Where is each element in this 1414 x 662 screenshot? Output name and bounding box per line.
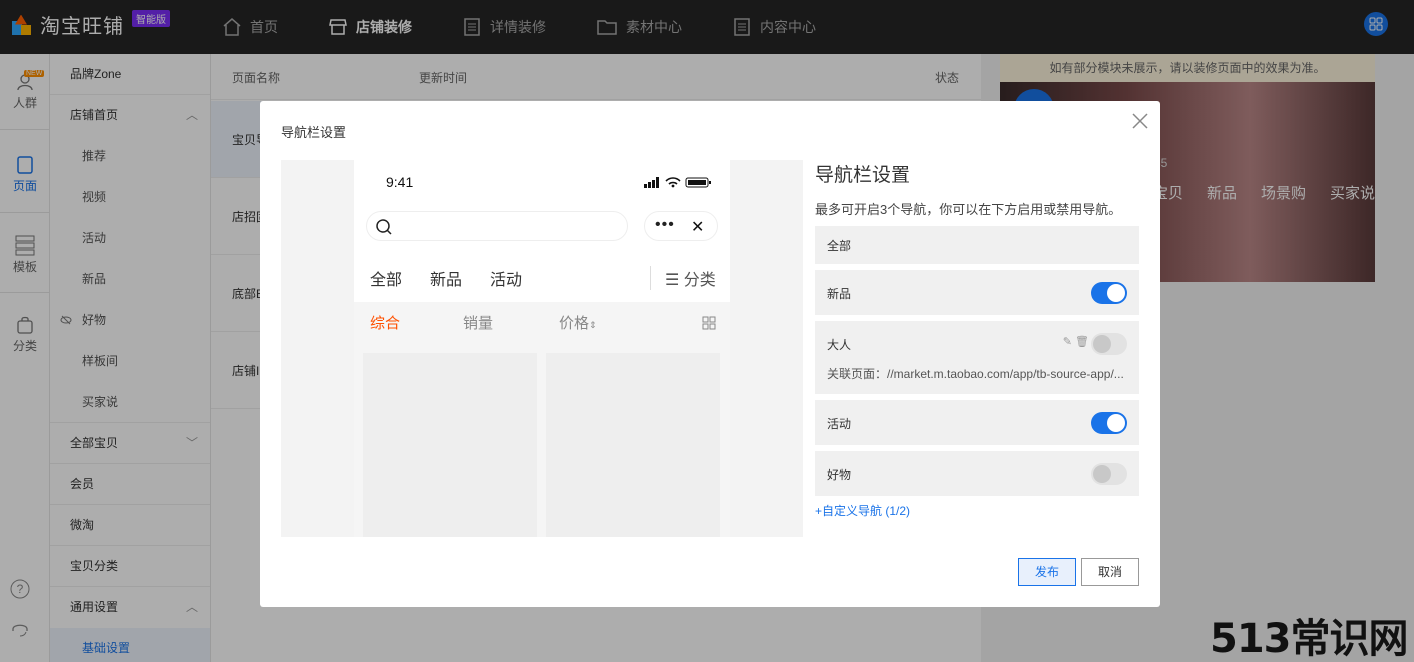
- close-icon[interactable]: [1130, 111, 1150, 131]
- nav-row-label: 好物: [827, 468, 852, 482]
- nav-row-label: 活动: [827, 417, 852, 431]
- toggle-switch[interactable]: [1091, 412, 1127, 434]
- sort-arrows-icon: ⇕: [589, 320, 597, 330]
- toggle-switch[interactable]: [1091, 333, 1127, 355]
- dialog-title: 导航栏设置: [281, 125, 347, 140]
- nav-row-label: 全部: [827, 239, 852, 253]
- phone-nav-tabs: 全部 新品 活动: [370, 266, 550, 290]
- phone-tab[interactable]: 全部: [370, 266, 402, 290]
- status-bar-icons: [644, 177, 711, 188]
- sort-bar: 综合 销量 价格⇕: [354, 312, 730, 342]
- grid-view-icon[interactable]: [702, 316, 716, 330]
- phone-tab[interactable]: 活动: [490, 266, 522, 290]
- phone-search-input[interactable]: [366, 211, 628, 241]
- sort-price-label: 价格: [559, 315, 590, 332]
- nav-row-new: 新品: [815, 270, 1139, 315]
- phone-tab[interactable]: 新品: [430, 266, 462, 290]
- nav-settings-panel: 导航栏设置 最多可开启3个导航，你可以在下方启用或禁用导航。 全部 新品 大人 …: [815, 160, 1139, 519]
- phone-category-button[interactable]: ☰ 分类: [650, 266, 716, 290]
- phone-category-label: 分类: [683, 272, 716, 289]
- nav-row-label: 新品: [827, 287, 852, 301]
- toggle-switch[interactable]: [1091, 463, 1127, 485]
- product-card-placeholder: [546, 353, 720, 537]
- trash-icon[interactable]: 🗑: [1075, 336, 1089, 348]
- mini-program-capsule: ••• ✕: [644, 211, 718, 241]
- sort-sales[interactable]: 销量: [463, 312, 493, 333]
- sort-price[interactable]: 价格⇕: [559, 312, 597, 333]
- add-custom-nav-link[interactable]: +自定义导航 (1/2): [815, 502, 1139, 519]
- close-icon[interactable]: ✕: [691, 217, 704, 237]
- phone-preview-area: 9:41 ••• ✕ 全部 新品 活动 ☰ 分类 综合 销量 价格⇕: [281, 160, 803, 537]
- row-tools: ✎ 🗑: [1063, 335, 1089, 348]
- nav-row-activity: 活动: [815, 400, 1139, 445]
- panel-title: 导航栏设置: [815, 165, 911, 186]
- more-icon[interactable]: •••: [655, 216, 675, 234]
- nav-settings-dialog: 导航栏设置 9:41 ••• ✕ 全部 新品 活动 ☰ 分类 综合 销量 价格⇕…: [260, 101, 1160, 607]
- watermark: 513常识网: [1210, 616, 1408, 662]
- panel-description: 最多可开启3个导航，你可以在下方启用或禁用导航。: [815, 202, 1122, 217]
- list-icon: ☰: [665, 272, 680, 289]
- nav-row-all: 全部: [815, 226, 1139, 264]
- nav-row-custom: 大人 ✎ 🗑 关联页面：//market.m.taobao.com/app/tb…: [815, 321, 1139, 394]
- linked-page-url: 关联页面：//market.m.taobao.com/app/tb-source…: [827, 367, 1124, 381]
- product-card-placeholder: [363, 353, 537, 537]
- sort-comprehensive[interactable]: 综合: [370, 312, 400, 333]
- cancel-button[interactable]: 取消: [1081, 558, 1139, 586]
- search-icon: [376, 219, 392, 235]
- phone-preview: 9:41 ••• ✕ 全部 新品 活动 ☰ 分类 综合 销量 价格⇕: [354, 160, 730, 537]
- publish-button[interactable]: 发布: [1018, 558, 1076, 586]
- phone-header: 9:41 ••• ✕ 全部 新品 活动 ☰ 分类: [354, 160, 730, 302]
- status-time: 9:41: [386, 174, 414, 190]
- nav-row-goods: 好物: [815, 451, 1139, 496]
- nav-row-label: 大人: [827, 338, 852, 352]
- edit-icon[interactable]: ✎: [1063, 336, 1072, 348]
- toggle-switch[interactable]: [1091, 282, 1127, 304]
